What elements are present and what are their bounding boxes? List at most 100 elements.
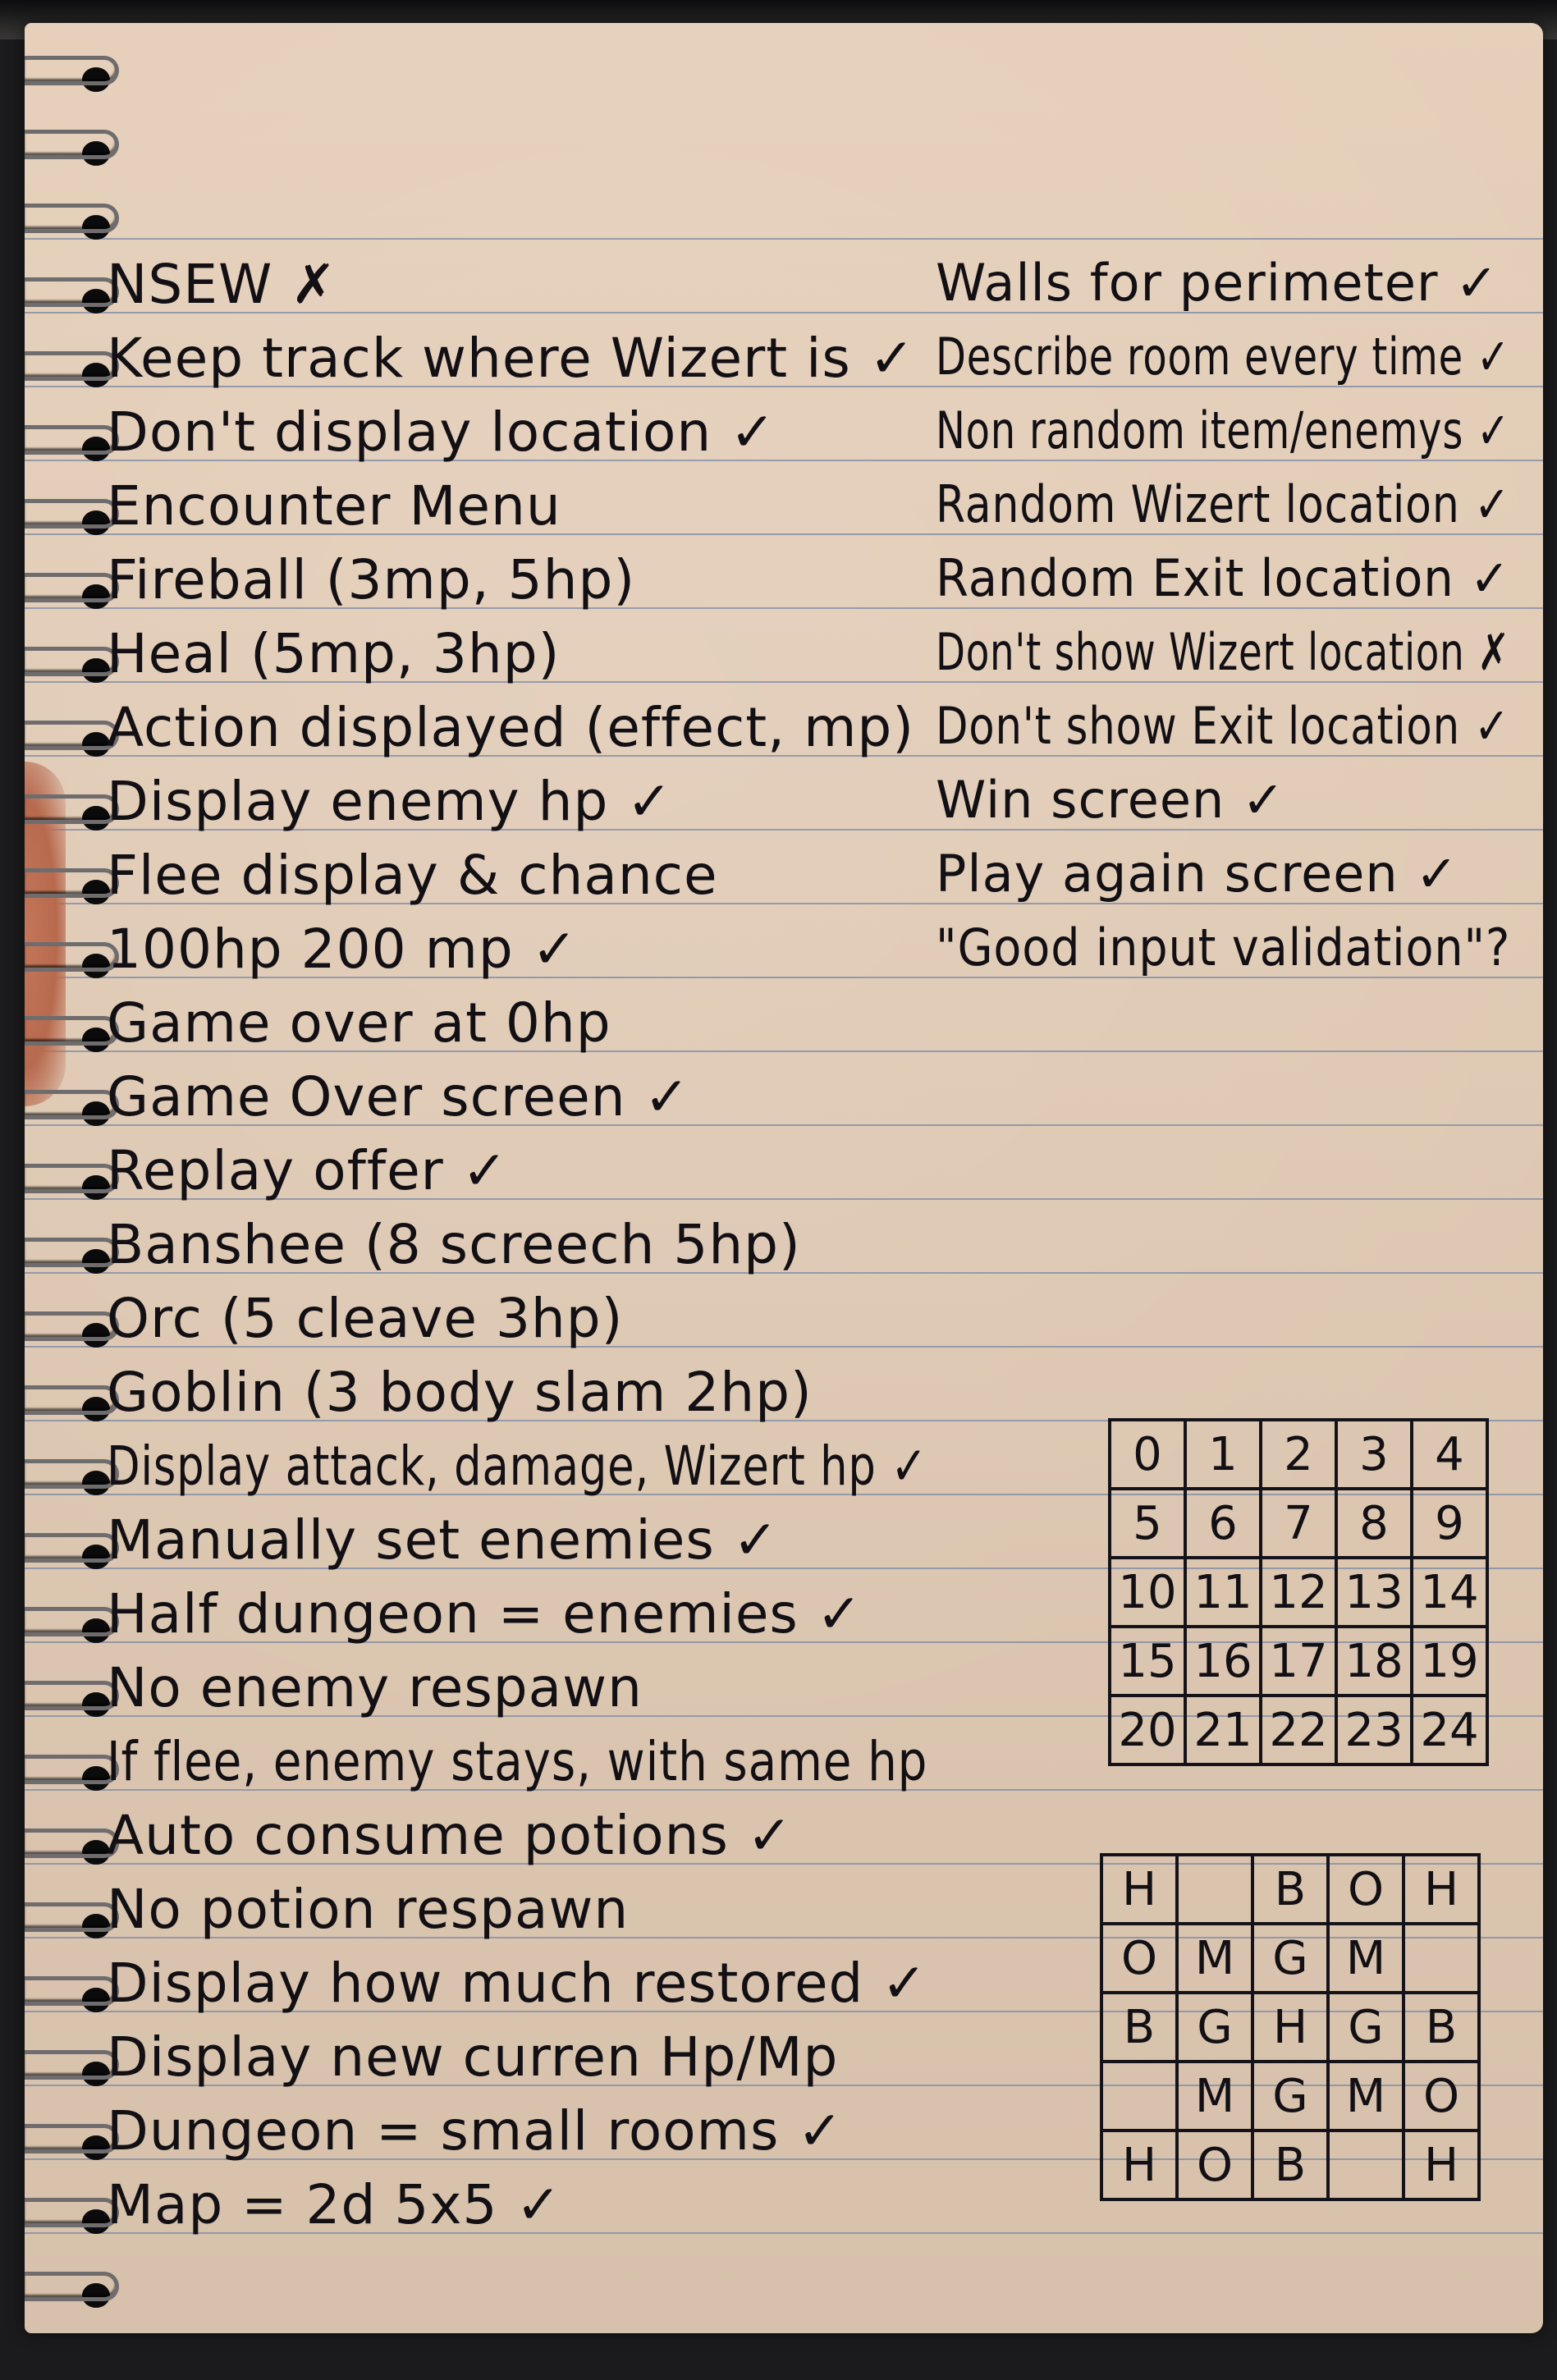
map-cell (1175, 1853, 1254, 1925)
room-number-cell: 19 (1410, 1625, 1489, 1697)
spiral-ring (25, 1090, 119, 1119)
list-item: Keep track where Wizert is ✓ (107, 327, 916, 390)
spiral-ring (25, 1016, 119, 1046)
room-number-grid: 0 1 2 3 4 5 6 7 8 9 10 11 12 13 14 15 16 17 18 19 20 21 22 23 24 (1108, 1418, 1489, 1766)
room-number-cell: 4 (1410, 1418, 1489, 1490)
spiral-ring (25, 573, 119, 602)
spiral-ring (25, 2124, 119, 2153)
spiral-ring (25, 647, 119, 676)
room-number-cell: 6 (1184, 1487, 1262, 1559)
list-item: Describe room every time ✓ (936, 327, 1510, 387)
list-item: Heal (5mp, 3hp) (107, 622, 561, 685)
spiral-ring (25, 1164, 119, 1193)
list-item: Non random item/enemys ✓ (936, 400, 1511, 460)
grid-row: 15 16 17 18 19 (1108, 1625, 1489, 1697)
room-number-cell: 2 (1259, 1418, 1338, 1490)
room-number-cell: 18 (1335, 1625, 1413, 1697)
room-number-cell: 15 (1108, 1625, 1187, 1697)
spiral-ring (25, 56, 119, 85)
list-item: Don't display location ✓ (107, 400, 776, 464)
list-item: Display how much restored ✓ (107, 1952, 928, 2015)
map-cell: G (1175, 1991, 1254, 2063)
spiral-ring (25, 1459, 119, 1489)
list-item: Auto consume potions ✓ (107, 1804, 794, 1867)
spiral-ring (25, 277, 119, 307)
map-cell: M (1175, 2060, 1254, 2132)
list-item: Orc (5 cleave 3hp) (107, 1287, 624, 1350)
room-number-cell: 5 (1108, 1487, 1187, 1559)
map-cell: O (1402, 2060, 1481, 2132)
list-item: Half dungeon = enemies ✓ (107, 1582, 863, 1645)
list-item: Flee display & chance (107, 844, 718, 907)
spiral-ring (25, 351, 119, 381)
dungeon-map-grid: HBOHOMGMBGHGBMGMOHOBH (1100, 1853, 1481, 2201)
list-item: Banshee (8 screech 5hp) (107, 1213, 801, 1276)
list-item: Display attack, damage, Wizert hp ✓ (107, 1435, 928, 1498)
list-item: "Good input validation"? (936, 918, 1511, 977)
room-number-cell: 10 (1108, 1556, 1187, 1628)
list-item: Encounter Menu (107, 474, 561, 538)
list-item: Map = 2d 5x5 ✓ (107, 2173, 562, 2236)
grid-row: HOBH (1100, 2129, 1481, 2201)
list-item: NSEW ✗ (107, 253, 337, 316)
map-cell: H (1402, 1853, 1481, 1925)
map-cell: M (1175, 1922, 1254, 1994)
list-item: Manually set enemies ✓ (107, 1508, 779, 1572)
spiral-ring (25, 2198, 119, 2227)
list-item: Replay offer ✓ (107, 1139, 509, 1202)
grid-row: HBOH (1100, 1853, 1481, 1925)
spiral-ring (25, 868, 119, 898)
list-item: Dungeon = small rooms ✓ (107, 2099, 844, 2163)
list-item: Display enemy hp ✓ (107, 770, 673, 833)
grid-row: 01234 (1108, 1418, 1489, 1490)
map-cell: H (1100, 2129, 1179, 2201)
room-number-cell: 16 (1184, 1625, 1262, 1697)
map-cell: G (1251, 2060, 1330, 2132)
map-cell: M (1326, 1922, 1405, 1994)
grid-row: BGHGB (1100, 1991, 1481, 2063)
spiral-ring (25, 1238, 119, 1267)
map-cell: B (1402, 1991, 1481, 2063)
room-number-cell: 14 (1410, 1556, 1489, 1628)
spiral-ring (25, 1976, 119, 2006)
room-number-cell: 0 (1108, 1418, 1187, 1490)
spiral-ring (25, 204, 119, 233)
list-item: Random Wizert location ✓ (936, 474, 1511, 534)
map-cell: M (1326, 2060, 1405, 2132)
map-cell: B (1251, 2129, 1330, 2201)
grid-row: MGMO (1100, 2060, 1481, 2132)
room-number-cell: 21 (1184, 1694, 1262, 1766)
ruled-line (25, 238, 1543, 240)
room-number-cell: 12 (1259, 1556, 1338, 1628)
list-item: Fireball (3mp, 5hp) (107, 548, 636, 611)
grid-row: 20 21 22 23 24 (1108, 1694, 1489, 1766)
map-cell: G (1251, 1922, 1330, 1994)
list-item: Walls for perimeter ✓ (936, 253, 1500, 313)
spiral-ring (25, 2272, 119, 2301)
spiral-ring (25, 1828, 119, 1858)
spiral-ring (25, 425, 119, 455)
map-cell: O (1326, 1853, 1405, 1925)
map-cell: H (1402, 2129, 1481, 2201)
map-cell: H (1251, 1991, 1330, 2063)
room-number-cell: 8 (1335, 1487, 1413, 1559)
list-item: If flee, enemy stays, with same hp (107, 1730, 928, 1793)
spiral-ring (25, 1681, 119, 1710)
list-item: Random Exit location ✓ (936, 548, 1511, 608)
room-number-cell: 3 (1335, 1418, 1413, 1490)
list-item: No enemy respawn (107, 1656, 643, 1719)
map-cell: B (1100, 1991, 1179, 2063)
list-item: Action displayed (effect, mp) (107, 696, 915, 759)
map-cell: O (1175, 2129, 1254, 2201)
list-item: Play again screen ✓ (936, 844, 1459, 904)
spiral-ring (25, 1311, 119, 1341)
spiral-ring (25, 1533, 119, 1563)
map-cell: H (1100, 1853, 1179, 1925)
notebook-page: NSEW ✗ Keep track where Wizert is ✓ Don'… (25, 23, 1543, 2333)
spiral-ring (25, 794, 119, 824)
spiral-ring (25, 942, 119, 972)
room-number-cell: 22 (1259, 1694, 1338, 1766)
list-item: Win screen ✓ (936, 770, 1285, 830)
spiral-ring (25, 1902, 119, 1932)
map-cell: G (1326, 1991, 1405, 2063)
